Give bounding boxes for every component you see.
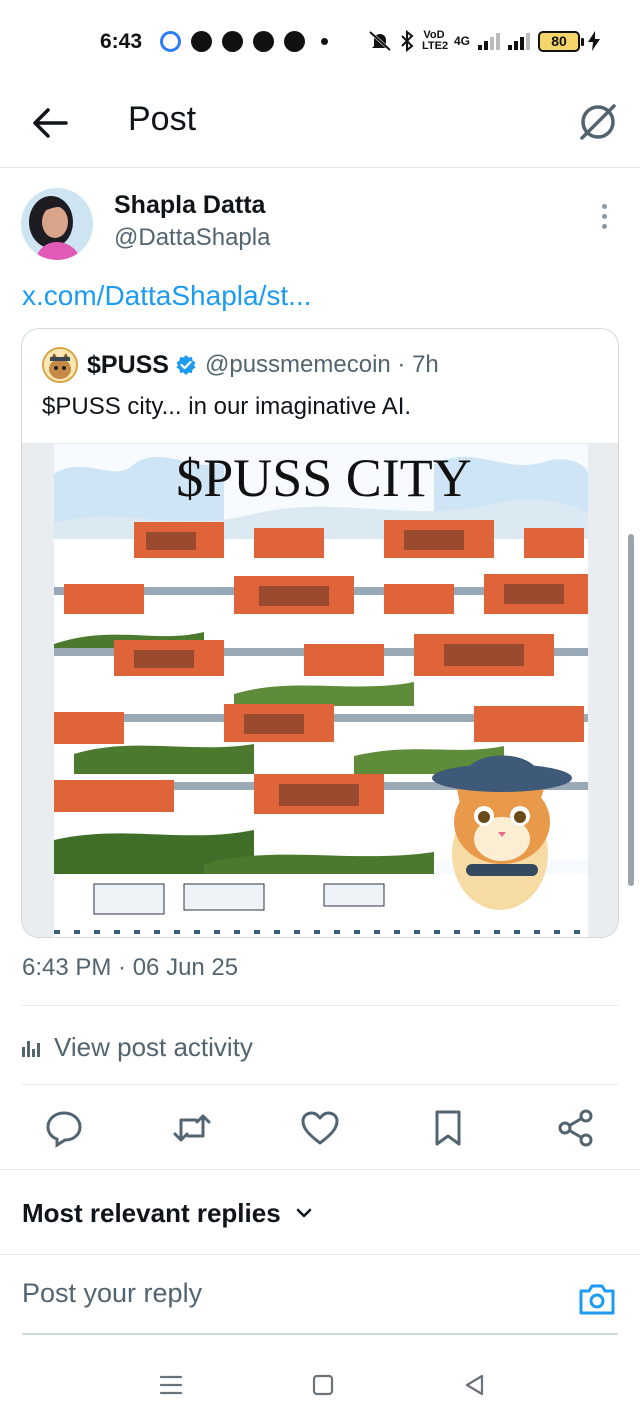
quoted-name: $PUSS — [87, 350, 169, 379]
battery-icon: 80 — [538, 30, 585, 52]
home-square-icon — [312, 1374, 334, 1396]
author-name[interactable]: Shapla Datta — [114, 191, 265, 220]
status-bar: 6:43 VoD LTE2 4G 80 — [0, 0, 640, 86]
like-button[interactable] — [300, 1108, 340, 1148]
quoted-post[interactable]: $PUSS @pussmemecoin · 7h $PUSS city... i… — [21, 328, 619, 938]
reply-icon — [46, 1111, 82, 1148]
system-navigation-bar — [0, 1346, 640, 1422]
puss-city-image: $PUSS CITY — [54, 444, 588, 937]
bookmark-button[interactable] — [428, 1108, 468, 1148]
arrow-left-icon — [33, 108, 68, 138]
recents-button[interactable] — [156, 1370, 186, 1400]
discord-icon — [284, 31, 305, 52]
replies-sort-dropdown[interactable]: Most relevant replies — [22, 1196, 313, 1230]
more-notifications-dot — [321, 38, 328, 45]
reply-button[interactable] — [44, 1108, 84, 1148]
share-button[interactable] — [556, 1108, 596, 1148]
system-icons: VoD LTE2 4G 80 — [368, 29, 601, 52]
repost-icon — [173, 1114, 211, 1142]
network-type: 4G — [454, 34, 471, 48]
triangle-back-icon — [465, 1374, 484, 1396]
more-dot — [601, 224, 607, 229]
menu-icon — [159, 1375, 183, 1395]
scrollbar[interactable] — [628, 534, 634, 886]
replies-sort-label: Most relevant replies — [22, 1197, 281, 1228]
post-actions — [0, 1086, 640, 1170]
notification-icons — [160, 31, 328, 52]
bookmark-icon — [435, 1110, 461, 1146]
system-back-button[interactable] — [460, 1370, 490, 1400]
network-badge: VoD LTE2 — [422, 29, 449, 52]
more-dot — [601, 204, 607, 209]
image-title: $PUSS CITY — [176, 448, 472, 508]
grok-icon — [580, 104, 616, 140]
status-time: 6:43 — [100, 30, 143, 53]
snapchat-icon — [253, 31, 274, 52]
verified-badge-icon — [176, 355, 196, 375]
reply-input-underline — [22, 1333, 618, 1335]
camera-button[interactable] — [578, 1281, 616, 1317]
author-handle[interactable]: @DattaShapla — [114, 224, 270, 252]
bluetooth-icon — [401, 30, 414, 52]
view-post-activity-link[interactable]: View post activity — [22, 1030, 253, 1064]
reply-input[interactable] — [22, 1273, 542, 1313]
more-dot — [601, 214, 607, 219]
charging-icon — [588, 31, 601, 51]
quoted-avatar — [42, 347, 78, 383]
analytics-icon — [22, 1037, 42, 1057]
reply-composer — [0, 1254, 640, 1334]
grok-button[interactable] — [574, 98, 622, 146]
post-timestamp: 6:43 PM · 06 Jun 25 — [22, 954, 239, 981]
activity-label: View post activity — [54, 1031, 253, 1062]
post-author: Shapla Datta @DattaShapla — [0, 188, 640, 264]
notifications-muted-icon — [368, 30, 392, 52]
quoted-header: $PUSS @pussmemecoin · 7h — [42, 347, 439, 383]
home-button[interactable] — [308, 1370, 338, 1400]
messenger-lite-icon — [160, 31, 181, 52]
post-link[interactable]: x.com/DattaShapla/st... — [22, 280, 311, 312]
like-icon — [301, 1111, 339, 1145]
top-app-bar: Post — [0, 86, 640, 168]
signal-2-icon — [508, 32, 531, 50]
quoted-handle-time: @pussmemecoin · 7h — [204, 351, 439, 378]
divider — [22, 1005, 618, 1006]
author-avatar[interactable] — [21, 188, 93, 260]
divider — [22, 1084, 618, 1085]
quoted-text: $PUSS city... in our imaginative AI. — [42, 393, 412, 420]
chevron-down-icon — [296, 1208, 311, 1218]
repost-button[interactable] — [172, 1108, 212, 1148]
quoted-media[interactable]: $PUSS CITY — [22, 443, 618, 937]
chat-bubble-icon — [222, 31, 243, 52]
camera-icon — [579, 1284, 615, 1315]
avatar-image — [21, 188, 93, 260]
share-icon — [558, 1109, 593, 1147]
signal-icon — [478, 32, 501, 50]
facebook-icon — [191, 31, 212, 52]
page-title: Post — [128, 100, 197, 138]
more-options-button[interactable] — [592, 204, 616, 234]
back-button[interactable] — [28, 101, 72, 145]
